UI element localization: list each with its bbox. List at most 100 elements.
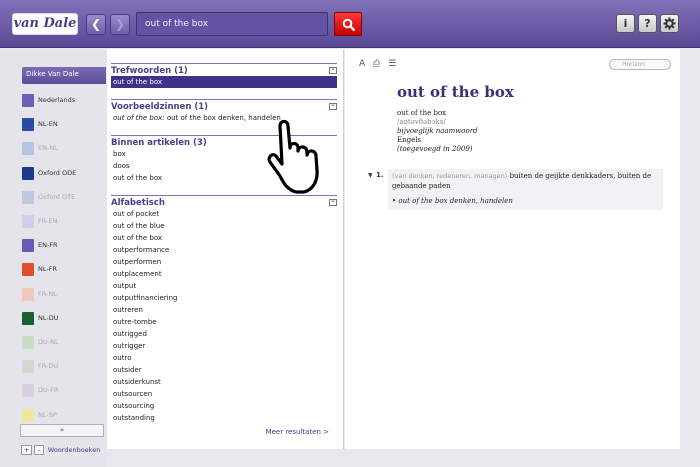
list-item[interactable]: output bbox=[111, 280, 337, 292]
sidebar-item[interactable]: EN-FR bbox=[19, 235, 107, 257]
pronunciation: /aʊtəvðəbɔks/ bbox=[397, 118, 446, 126]
list-item[interactable]: outsourcing bbox=[111, 400, 337, 412]
info-button[interactable]: i bbox=[616, 14, 635, 33]
top-bar: van Dale ❮ ❯ out of the box i ? bbox=[0, 0, 700, 48]
expand-dictionaries-button[interactable]: » bbox=[20, 424, 104, 437]
list-item[interactable]: outsiderkunst bbox=[111, 376, 337, 388]
dictionary-icon bbox=[22, 239, 34, 253]
forward-button[interactable]: ❯ bbox=[110, 14, 130, 35]
sidebar-item-label: DU-NL bbox=[38, 338, 59, 346]
more-results-link[interactable]: Meer resultaten > bbox=[266, 428, 329, 436]
hand-pointer-icon bbox=[267, 119, 319, 194]
entry-panel: A ⎙ ☰ Horizon out of the box out of the … bbox=[345, 49, 680, 449]
entry-search-input[interactable]: Horizon bbox=[609, 59, 671, 70]
list-item[interactable]: outperformance bbox=[111, 244, 337, 256]
results-panel: Trefwoorden (1) – out of the box Voorbee… bbox=[107, 49, 344, 449]
sidebar-item[interactable]: NL-EN bbox=[19, 114, 107, 136]
sidebar-item[interactable]: Oxford ODE bbox=[19, 163, 107, 185]
dictionary-sidebar: Dikke Van Dale Nederlands NL-EN EN-NL Oxfor… bbox=[0, 49, 107, 467]
list-item[interactable]: out of the box bbox=[111, 76, 337, 88]
entry-meta: out of the box /aʊtəvðəbɔks/ bijvoeglijk… bbox=[397, 109, 478, 154]
dictionary-icon bbox=[22, 190, 34, 204]
list-item[interactable]: out of the box bbox=[111, 232, 337, 244]
dictionary-icon bbox=[22, 384, 34, 398]
print-icon[interactable]: ⎙ bbox=[373, 59, 380, 69]
collapse-button[interactable]: – bbox=[329, 103, 337, 110]
add-dictionary-button[interactable]: + bbox=[21, 445, 33, 455]
section-trefwoorden: Trefwoorden (1) – out of the box bbox=[111, 63, 337, 88]
search-button[interactable] bbox=[334, 12, 362, 36]
sense-box: (van denken, redeneren, managen) buiten … bbox=[388, 169, 663, 210]
list-item[interactable]: outplacement bbox=[111, 268, 337, 280]
list-item[interactable]: outrigged bbox=[111, 328, 337, 340]
magnifier-icon bbox=[342, 18, 356, 32]
remove-dictionary-button[interactable]: – bbox=[34, 445, 44, 455]
dictionary-icon bbox=[22, 94, 34, 107]
dictionary-icon bbox=[22, 311, 34, 325]
sidebar-item-label: FR-DU bbox=[38, 362, 59, 371]
dictionaries-link[interactable]: Woordenboeken bbox=[48, 446, 101, 454]
sense-definition: (van denken, redeneren, managen) buiten … bbox=[392, 172, 652, 190]
entry-toolbar: A ⎙ ☰ bbox=[359, 59, 401, 69]
sidebar-item[interactable]: DU-FR bbox=[19, 380, 107, 402]
sidebar-item-label: NL-EN bbox=[38, 120, 58, 129]
sidebar-item[interactable]: NL-DU bbox=[19, 308, 107, 330]
dictionaries-footer: + – Woordenboeken bbox=[21, 445, 100, 455]
sidebar-item[interactable]: FR-DU bbox=[19, 356, 107, 378]
sidebar-item-label: Oxford ODE bbox=[38, 168, 77, 177]
sidebar-item-label: NL-SP bbox=[38, 410, 57, 419]
sidebar-item-label: EN-NL bbox=[38, 144, 58, 153]
help-button[interactable]: ? bbox=[638, 14, 657, 33]
search-input[interactable]: out of the box bbox=[136, 12, 328, 36]
dictionary-icon bbox=[22, 360, 34, 374]
origin: Engels bbox=[397, 136, 422, 144]
sidebar-item-label: EN-FR bbox=[38, 241, 58, 250]
list-item[interactable]: outro bbox=[111, 352, 337, 364]
list-item[interactable]: out of pocket bbox=[111, 208, 337, 220]
user-dictionary-tab[interactable]: Dikke Van Dale bbox=[22, 67, 106, 84]
font-size-icon[interactable]: A bbox=[359, 59, 365, 69]
dictionary-icon bbox=[22, 215, 34, 228]
section-title: Voorbeeldzinnen (1) – bbox=[111, 99, 337, 112]
list-item[interactable]: outrigger bbox=[111, 340, 337, 352]
list-icon[interactable]: ☰ bbox=[388, 59, 396, 69]
sidebar-item-label: Nederlands bbox=[38, 96, 76, 104]
back-button[interactable]: ❮ bbox=[86, 14, 106, 35]
sidebar-item[interactable]: Oxford OTE bbox=[19, 187, 107, 209]
sidebar-item-label: DU-FR bbox=[38, 386, 59, 395]
list-item[interactable]: outputfinanciering bbox=[111, 292, 337, 304]
sidebar-item[interactable]: DU-NL bbox=[19, 332, 107, 354]
sidebar-item[interactable]: EN-NL bbox=[19, 138, 107, 160]
dictionary-icon bbox=[22, 263, 34, 277]
sidebar-item-label: FR-EN bbox=[38, 217, 58, 225]
sidebar-item-label: NL-DU bbox=[38, 313, 59, 322]
van-dale-logo: van Dale bbox=[12, 13, 78, 35]
settings-button[interactable] bbox=[660, 14, 679, 33]
headword: out of the box bbox=[397, 83, 514, 101]
dictionary-icon bbox=[22, 287, 34, 301]
list-item[interactable]: outreren bbox=[111, 304, 337, 316]
sidebar-item[interactable]: Nederlands bbox=[19, 90, 107, 112]
section-alfabetisch: Alfabetisch – out of pocket out of the bl… bbox=[111, 195, 337, 424]
dictionary-icon bbox=[22, 336, 34, 349]
list-item[interactable]: outsourcen bbox=[111, 388, 337, 400]
expand-triangle-icon[interactable]: ▼ bbox=[368, 172, 373, 179]
sense-number: 1. bbox=[376, 171, 384, 179]
collapse-button[interactable]: – bbox=[329, 67, 337, 74]
collapse-button[interactable]: – bbox=[329, 199, 337, 206]
dictionary-icon bbox=[22, 142, 34, 156]
meta-line: out of the box bbox=[397, 109, 447, 117]
list-item[interactable]: out of the blue bbox=[111, 220, 337, 232]
sidebar-item[interactable]: FR-NL bbox=[19, 284, 107, 306]
section-title: Trefwoorden (1) – bbox=[111, 63, 337, 76]
sidebar-item[interactable]: NL-FR bbox=[19, 259, 107, 281]
list-item[interactable]: outre-tombe bbox=[111, 316, 337, 328]
list-item[interactable]: outstanding bbox=[111, 412, 337, 424]
list-item[interactable]: outperformen bbox=[111, 256, 337, 268]
sense-example: • out of the box denken, handelen bbox=[392, 197, 513, 205]
sidebar-item[interactable]: FR-EN bbox=[19, 211, 107, 233]
sidebar-item-label: NL-FR bbox=[38, 265, 57, 274]
dictionary-icon bbox=[22, 408, 34, 422]
list-item[interactable]: outsider bbox=[111, 364, 337, 376]
sidebar-item-label: FR-NL bbox=[38, 289, 57, 298]
